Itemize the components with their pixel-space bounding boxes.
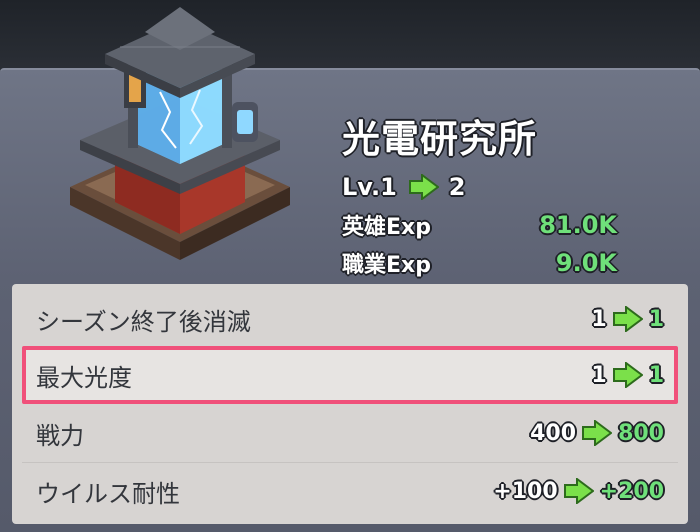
upgrade-list: シーズン終了後消滅 1 1 最大光度 1 1 戦力 400 800 ウイルス耐性…: [12, 284, 688, 524]
value-to: 800: [618, 420, 664, 446]
upgrade-name: シーズン終了後消滅: [36, 307, 251, 336]
value-to: 1: [648, 306, 664, 332]
list-item: 戦力 400 800: [22, 404, 678, 462]
level-label: Lv.1: [342, 173, 397, 201]
stat-label: 英雄Exp: [342, 215, 431, 240]
green-right-arrow-icon: [612, 306, 643, 332]
upgrade-name: ウイルス耐性: [36, 479, 180, 508]
list-item: ウイルス耐性 +100 +200: [22, 462, 678, 520]
value-to: 1: [648, 362, 664, 388]
stat-value: 9.0K: [555, 249, 617, 277]
value-from: 1: [591, 362, 607, 388]
list-item-highlighted: 最大光度 1 1: [22, 346, 678, 404]
lab-building-icon: [70, 7, 290, 260]
stat-job-exp: 職業Exp 9.0K: [342, 246, 617, 280]
upgrade-name: 戦力: [36, 421, 84, 450]
green-right-arrow-icon: [582, 420, 613, 446]
level-indicator: Lv.1 2: [342, 170, 466, 204]
green-right-arrow-icon: [563, 478, 594, 504]
level-next: 2: [448, 173, 466, 201]
stat-hero-exp: 英雄Exp 81.0K: [342, 208, 617, 242]
green-right-arrow-icon: [408, 174, 439, 200]
stat-value: 81.0K: [539, 211, 617, 239]
upgrade-values: 400 800: [530, 420, 664, 446]
building-name: 光電研究所: [342, 117, 538, 161]
upgrade-values: 1 1: [591, 306, 664, 332]
green-right-arrow-icon: [612, 362, 643, 388]
value-from: +100: [493, 478, 558, 504]
list-item: シーズン終了後消滅 1 1: [22, 290, 678, 348]
stat-label: 職業Exp: [342, 253, 431, 278]
upgrade-values: +100 +200: [493, 478, 664, 504]
value-to: +200: [599, 478, 664, 504]
value-from: 400: [530, 420, 577, 446]
upgrade-values: 1 1: [591, 362, 664, 388]
upgrade-name: 最大光度: [36, 363, 132, 392]
value-from: 1: [591, 306, 607, 332]
